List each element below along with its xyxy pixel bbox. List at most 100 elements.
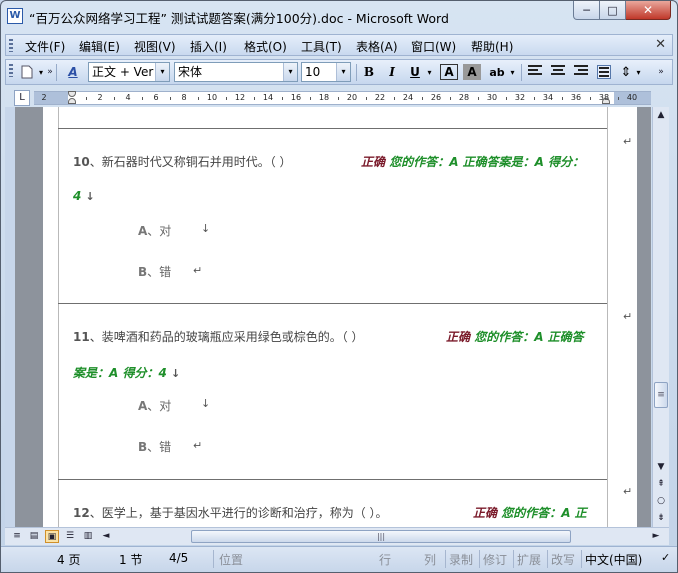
- next-page-button[interactable]: ⇟: [653, 510, 669, 526]
- font-size-select[interactable]: 10 ▾: [301, 62, 351, 82]
- vertical-scrollbar[interactable]: ▲ ≡ ▼ ⇞ ○ ⇟: [652, 107, 669, 527]
- normal-view-icon: ≡: [13, 531, 21, 541]
- window-controls: ─ □ ✕: [573, 1, 671, 21]
- table-row-border: [58, 479, 607, 480]
- toolbar-grip[interactable]: [9, 64, 13, 77]
- line-break-mark: ↓: [85, 190, 95, 203]
- close-button[interactable]: ✕: [626, 1, 671, 20]
- highlight-dropdown[interactable]: ▾: [508, 63, 517, 81]
- status-page[interactable]: 4 页: [57, 551, 80, 568]
- italic-button[interactable]: I: [383, 63, 401, 81]
- ruler-tick: [142, 97, 143, 100]
- status-extend[interactable]: 扩展: [517, 551, 541, 568]
- styles-pane-button[interactable]: A: [64, 63, 82, 81]
- print-layout-view-button[interactable]: ▣: [45, 530, 59, 543]
- line-break-mark: ↓: [201, 397, 211, 410]
- underline-dropdown[interactable]: ▾: [425, 63, 434, 81]
- line-spacing-button[interactable]: ⇕: [618, 63, 634, 81]
- web-layout-view-button[interactable]: ▤: [27, 530, 41, 543]
- first-line-indent-marker[interactable]: [68, 91, 76, 97]
- spelling-status-icon[interactable]: ✓: [661, 551, 670, 564]
- line-spacing-dropdown[interactable]: ▾: [634, 63, 643, 81]
- justify-button[interactable]: [597, 65, 611, 79]
- menu-view[interactable]: 视图(V): [134, 38, 176, 55]
- menu-insert[interactable]: 插入(I): [190, 38, 227, 55]
- tab-selector[interactable]: L: [14, 90, 30, 106]
- question-11-answer-detail: 您的作答：A 正确答: [474, 330, 584, 344]
- ruler-tick: [114, 97, 115, 100]
- minimize-icon: ─: [583, 3, 590, 17]
- word-app-icon[interactable]: W: [7, 8, 23, 24]
- outline-view-button[interactable]: ☰: [63, 530, 77, 543]
- toolbar-options-button[interactable]: »: [656, 63, 666, 81]
- align-center-button[interactable]: [551, 65, 565, 79]
- toolbar-overflow-button[interactable]: »: [46, 63, 54, 81]
- ruler-tick: [394, 97, 395, 100]
- status-section[interactable]: 1 节: [119, 551, 142, 568]
- menu-help[interactable]: 帮助(H): [471, 38, 513, 55]
- status-record[interactable]: 录制: [449, 551, 473, 568]
- underline-button[interactable]: U: [406, 63, 424, 81]
- hanging-indent-marker[interactable]: [68, 98, 76, 104]
- formatting-toolbar: ▾ » A 正文 + Ver ▾ 宋体 ▾ 10 ▾ B I U ▾ A A a…: [5, 59, 673, 85]
- arrow-up-icon: ▲: [657, 110, 665, 120]
- reading-layout-view-button[interactable]: ▥: [81, 530, 95, 543]
- scroll-up-button[interactable]: ▲: [653, 107, 669, 123]
- ruler-tick: [170, 97, 171, 100]
- ruler-number: 10: [206, 93, 218, 102]
- vertical-scroll-thumb[interactable]: ≡: [654, 382, 668, 408]
- font-select[interactable]: 宋体 ▾: [174, 62, 298, 82]
- normal-view-button[interactable]: ≡: [10, 530, 24, 543]
- status-language[interactable]: 中文(中国): [585, 551, 642, 568]
- new-document-dropdown[interactable]: ▾: [36, 63, 46, 81]
- menubar-grip[interactable]: [9, 39, 13, 52]
- minimize-button[interactable]: ─: [573, 1, 600, 20]
- font-select-chevron-icon: ▾: [283, 63, 297, 81]
- menu-window[interactable]: 窗口(W): [411, 38, 456, 55]
- scroll-left-button[interactable]: ◄: [99, 530, 113, 543]
- menu-file[interactable]: 文件(F): [25, 38, 65, 55]
- status-page-of[interactable]: 4/5: [169, 551, 188, 565]
- previous-page-button[interactable]: ⇞: [653, 476, 669, 492]
- ruler-number: 16: [290, 93, 302, 102]
- question-12-text: 12、医学上，基于基因水平进行的诊断和治疗，称为（ ）。: [73, 506, 388, 520]
- new-document-button[interactable]: [18, 63, 36, 81]
- document-close-icon[interactable]: ✕: [655, 37, 666, 52]
- align-right-button[interactable]: [574, 65, 588, 79]
- ruler-number: 18: [318, 93, 330, 102]
- status-revise[interactable]: 修订: [483, 551, 507, 568]
- horizontal-scroll-thumb[interactable]: |||: [191, 530, 571, 543]
- browse-object-icon: ○: [657, 496, 665, 506]
- status-overwrite[interactable]: 改写: [551, 551, 575, 568]
- maximize-button[interactable]: □: [600, 1, 626, 20]
- ruler-tick: [86, 97, 87, 100]
- document-page[interactable]: 10、新石器时代又称铜石并用时代。（ ） 正确 您的作答：A 正确答案是：A 得…: [43, 107, 637, 527]
- horizontal-ruler[interactable]: 2 2 4 6 8 10 12 14 16 18 20 22 24 26 28 30 32 34 36 38 40: [34, 91, 651, 105]
- ruler-tick: [282, 97, 283, 100]
- bold-button[interactable]: B: [360, 63, 378, 81]
- window-title: “百万公众网络学习工程” 测试试题答案(满分100分).doc - Micros…: [29, 11, 449, 26]
- menu-format[interactable]: 格式(O): [244, 38, 287, 55]
- scroll-down-button[interactable]: ▼: [653, 459, 669, 475]
- style-select[interactable]: 正文 + Ver ▾: [88, 62, 170, 82]
- ruler-tick: [366, 97, 367, 100]
- scroll-right-button[interactable]: ►: [649, 530, 663, 543]
- ruler-tick: [450, 97, 451, 100]
- table-row-border: [58, 303, 607, 304]
- highlight-button[interactable]: ab: [486, 63, 508, 81]
- question-11-answer: 正确 您的作答：A 正确答: [446, 328, 584, 345]
- status-separator: [581, 550, 582, 568]
- menu-edit[interactable]: 编辑(E): [79, 38, 120, 55]
- horizontal-scroll-row: ≡ ▤ ▣ ☰ ▥ ◄ ||| ►: [5, 527, 669, 545]
- menu-table[interactable]: 表格(A): [356, 38, 398, 55]
- align-left-button[interactable]: [528, 65, 542, 79]
- grip-icon: ≡: [657, 390, 665, 400]
- character-border-button[interactable]: A: [440, 64, 458, 80]
- status-separator: [213, 550, 214, 568]
- toolbar-separator: [521, 64, 522, 81]
- status-bar: 4 页 1 节 4/5 位置 行 列 录制 修订 扩展 改写 中文(中国) ✓: [1, 546, 677, 572]
- character-shading-button[interactable]: A: [463, 64, 481, 80]
- select-browse-object-button[interactable]: ○: [653, 493, 669, 509]
- document-area[interactable]: 10、新石器时代又称铜石并用时代。（ ） 正确 您的作答：A 正确答案是：A 得…: [15, 107, 651, 527]
- menu-tools[interactable]: 工具(T): [301, 38, 342, 55]
